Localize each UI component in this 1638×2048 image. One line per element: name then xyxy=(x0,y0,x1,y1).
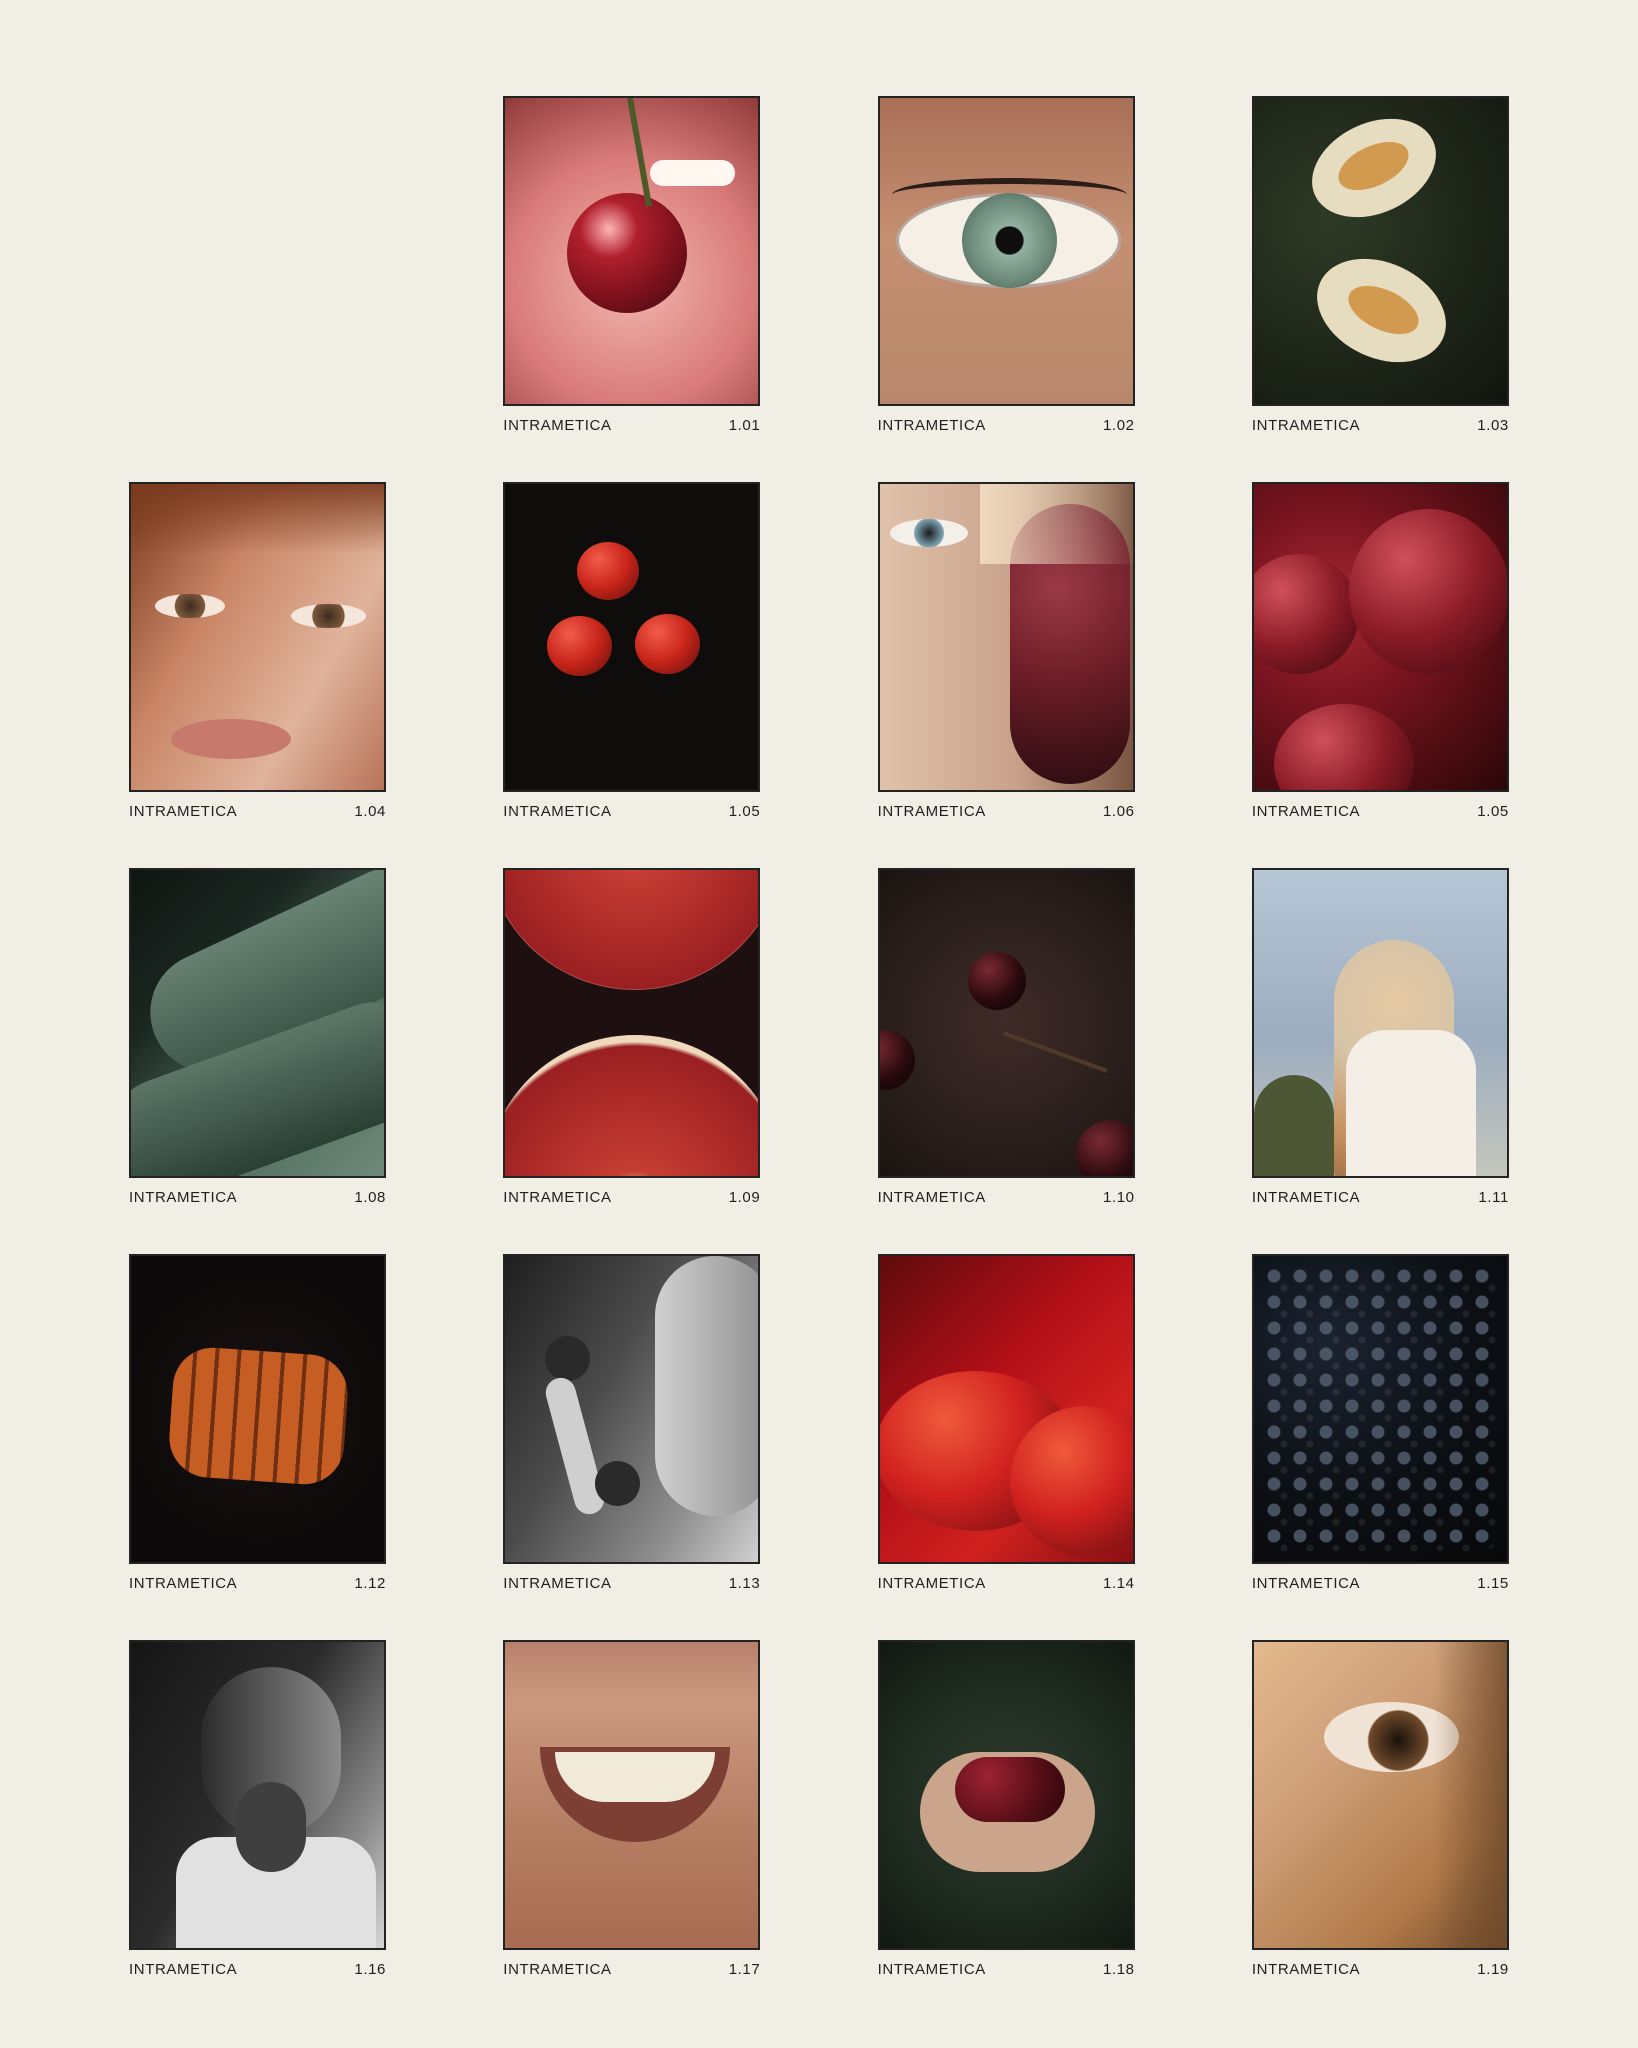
photo-grid: INTRAMETICA 1.01 INTRAMETICA 1.02 INTRAM… xyxy=(129,96,1509,1977)
image-code: 1.05 xyxy=(1477,803,1509,820)
image-code: 1.09 xyxy=(728,1189,761,1206)
caption: INTRAMETICA 1.15 xyxy=(1252,1576,1509,1591)
photo-card-1-11: INTRAMETICA 1.11 xyxy=(1251,868,1509,1205)
caption: INTRAMETICA 1.14 xyxy=(878,1576,1135,1591)
photo-aloe xyxy=(129,868,386,1178)
caption: INTRAMETICA 1.01 xyxy=(503,418,760,433)
brand-label: INTRAMETICA xyxy=(503,417,612,434)
brand-label: INTRAMETICA xyxy=(1251,1961,1361,1978)
photo-bw-raspberries xyxy=(503,1254,761,1564)
brand-label: INTRAMETICA xyxy=(877,803,986,820)
brand-label: INTRAMETICA xyxy=(1251,417,1361,434)
image-code: 1.11 xyxy=(1478,1189,1509,1206)
photo-smile xyxy=(503,1640,761,1950)
image-code: 1.05 xyxy=(728,803,761,820)
image-code: 1.02 xyxy=(1102,417,1135,434)
brand-label: INTRAMETICA xyxy=(877,1575,986,1592)
caption: INTRAMETICA 1.12 xyxy=(129,1576,386,1591)
brand-label: INTRAMETICA xyxy=(503,803,612,820)
photo-card-1-17: INTRAMETICA 1.17 xyxy=(503,1640,761,1977)
image-code: 1.03 xyxy=(1477,417,1509,434)
photo-card-1-05b: INTRAMETICA 1.05 xyxy=(1251,482,1509,819)
brand-label: INTRAMETICA xyxy=(503,1961,612,1978)
photo-carrots xyxy=(129,1254,386,1564)
image-code: 1.04 xyxy=(354,803,386,820)
photo-card-1-08: INTRAMETICA 1.08 xyxy=(129,868,386,1205)
brand-label: INTRAMETICA xyxy=(503,1575,612,1592)
photo-card-1-19: INTRAMETICA 1.19 xyxy=(1251,1640,1509,1977)
image-code: 1.15 xyxy=(1477,1575,1509,1592)
photo-card-1-18: INTRAMETICA 1.18 xyxy=(877,1640,1135,1977)
photo-face-redhead xyxy=(129,482,386,792)
caption: INTRAMETICA 1.05 xyxy=(503,804,760,819)
caption: INTRAMETICA 1.05 xyxy=(1252,804,1509,819)
photo-card-1-01: INTRAMETICA 1.01 xyxy=(503,96,761,433)
caption: INTRAMETICA 1.11 xyxy=(1252,1190,1509,1205)
brand-label: INTRAMETICA xyxy=(877,1189,986,1206)
image-code: 1.13 xyxy=(728,1575,761,1592)
brand-label: INTRAMETICA xyxy=(1251,1575,1361,1592)
caption: INTRAMETICA 1.08 xyxy=(129,1190,386,1205)
photo-blackberries xyxy=(1251,1254,1509,1564)
photo-plums xyxy=(1251,482,1509,792)
photo-card-1-15: INTRAMETICA 1.15 xyxy=(1251,1254,1509,1591)
image-code: 1.10 xyxy=(1102,1189,1135,1206)
photo-grapefruit xyxy=(503,868,761,1178)
image-code: 1.19 xyxy=(1477,1961,1509,1978)
caption: INTRAMETICA 1.04 xyxy=(129,804,386,819)
caption: INTRAMETICA 1.16 xyxy=(129,1962,386,1977)
photo-eye-closeup xyxy=(1251,1640,1509,1950)
photo-card-1-14: INTRAMETICA 1.14 xyxy=(877,1254,1135,1591)
photo-eye xyxy=(877,96,1135,406)
photo-card-1-13: INTRAMETICA 1.13 xyxy=(503,1254,761,1591)
photo-bw-woman xyxy=(129,1640,386,1950)
photo-hands-cherries xyxy=(877,1640,1135,1950)
caption: INTRAMETICA 1.02 xyxy=(878,418,1135,433)
photo-card-1-16: INTRAMETICA 1.16 xyxy=(129,1640,386,1977)
image-code: 1.16 xyxy=(354,1961,386,1978)
photo-card-1-10: INTRAMETICA 1.10 xyxy=(877,868,1135,1205)
image-code: 1.12 xyxy=(354,1575,386,1592)
caption: INTRAMETICA 1.17 xyxy=(503,1962,760,1977)
image-code: 1.08 xyxy=(354,1189,386,1206)
image-code: 1.18 xyxy=(1102,1961,1135,1978)
photo-lips-cherry xyxy=(503,96,761,406)
photo-tomatoes xyxy=(503,482,761,792)
photo-red-tomato xyxy=(877,1254,1135,1564)
caption: INTRAMETICA 1.19 xyxy=(1252,1962,1509,1977)
photo-cherries-dark xyxy=(877,868,1135,1178)
brand-label: INTRAMETICA xyxy=(129,1961,238,1978)
brand-label: INTRAMETICA xyxy=(1251,1189,1361,1206)
photo-woman-sky xyxy=(1251,868,1509,1178)
caption: INTRAMETICA 1.06 xyxy=(878,804,1135,819)
photo-card-1-02: INTRAMETICA 1.02 xyxy=(877,96,1135,433)
brand-label: INTRAMETICA xyxy=(129,1189,238,1206)
caption: INTRAMETICA 1.03 xyxy=(1252,418,1509,433)
photo-card-1-05: INTRAMETICA 1.05 xyxy=(503,482,761,819)
photo-card-1-04: INTRAMETICA 1.04 xyxy=(129,482,386,819)
photo-card-1-12: INTRAMETICA 1.12 xyxy=(129,1254,386,1591)
brand-label: INTRAMETICA xyxy=(877,1961,986,1978)
image-code: 1.06 xyxy=(1102,803,1135,820)
photo-card-1-03: INTRAMETICA 1.03 xyxy=(1251,96,1509,433)
photo-melon xyxy=(1251,96,1509,406)
caption: INTRAMETICA 1.10 xyxy=(878,1190,1135,1205)
image-code: 1.01 xyxy=(728,417,761,434)
brand-label: INTRAMETICA xyxy=(129,1575,238,1592)
caption: INTRAMETICA 1.09 xyxy=(503,1190,760,1205)
photo-card-1-06: INTRAMETICA 1.06 xyxy=(877,482,1135,819)
photo-card-1-09: INTRAMETICA 1.09 xyxy=(503,868,761,1205)
photo-woman-grapes xyxy=(877,482,1135,792)
caption: INTRAMETICA 1.18 xyxy=(878,1962,1135,1977)
brand-label: INTRAMETICA xyxy=(129,803,238,820)
brand-label: INTRAMETICA xyxy=(503,1189,612,1206)
caption: INTRAMETICA 1.13 xyxy=(503,1576,760,1591)
image-code: 1.14 xyxy=(1102,1575,1135,1592)
brand-label: INTRAMETICA xyxy=(1251,803,1361,820)
image-code: 1.17 xyxy=(728,1961,761,1978)
brand-label: INTRAMETICA xyxy=(877,417,986,434)
